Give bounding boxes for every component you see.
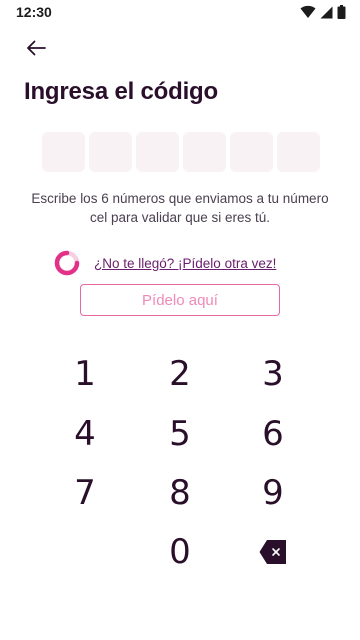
arrow-left-icon — [27, 40, 46, 56]
code-digit-5[interactable] — [230, 132, 273, 172]
page-title: Ingresa el código — [24, 78, 218, 105]
battery-icon — [337, 5, 346, 19]
key-5[interactable]: 5 — [140, 406, 220, 462]
instructions-text: Escribe los 6 números que enviamos a tu … — [31, 191, 329, 225]
key-3[interactable]: 3 — [233, 346, 313, 402]
code-digit-2[interactable] — [89, 132, 132, 172]
wifi-icon — [300, 5, 316, 18]
key-9[interactable]: 9 — [233, 465, 313, 521]
status-time: 12:30 — [16, 4, 52, 20]
backspace-icon — [259, 540, 286, 564]
resend-link[interactable]: ¿No te llegó? ¡Pídelo otra vez! — [94, 256, 276, 271]
code-digit-4[interactable] — [183, 132, 226, 172]
code-digit-1[interactable] — [42, 132, 85, 172]
key-8[interactable]: 8 — [140, 465, 220, 521]
backspace-button[interactable] — [233, 524, 313, 580]
status-icons — [300, 5, 346, 19]
status-bar: 12:30 — [0, 0, 360, 24]
key-1[interactable]: 1 — [45, 346, 125, 402]
request-code-button[interactable]: Pídelo aquí — [80, 284, 280, 316]
code-input[interactable] — [42, 132, 320, 172]
loading-spinner-icon — [54, 250, 80, 276]
key-2[interactable]: 2 — [140, 346, 220, 402]
key-7[interactable]: 7 — [45, 465, 125, 521]
resend-row: ¿No te llegó? ¡Pídelo otra vez! — [54, 250, 276, 276]
key-4[interactable]: 4 — [45, 406, 125, 462]
back-button[interactable] — [20, 34, 52, 62]
signal-icon — [320, 6, 333, 18]
code-digit-6[interactable] — [277, 132, 320, 172]
key-6[interactable]: 6 — [233, 406, 313, 462]
code-digit-3[interactable] — [136, 132, 179, 172]
key-0[interactable]: 0 — [140, 524, 220, 580]
